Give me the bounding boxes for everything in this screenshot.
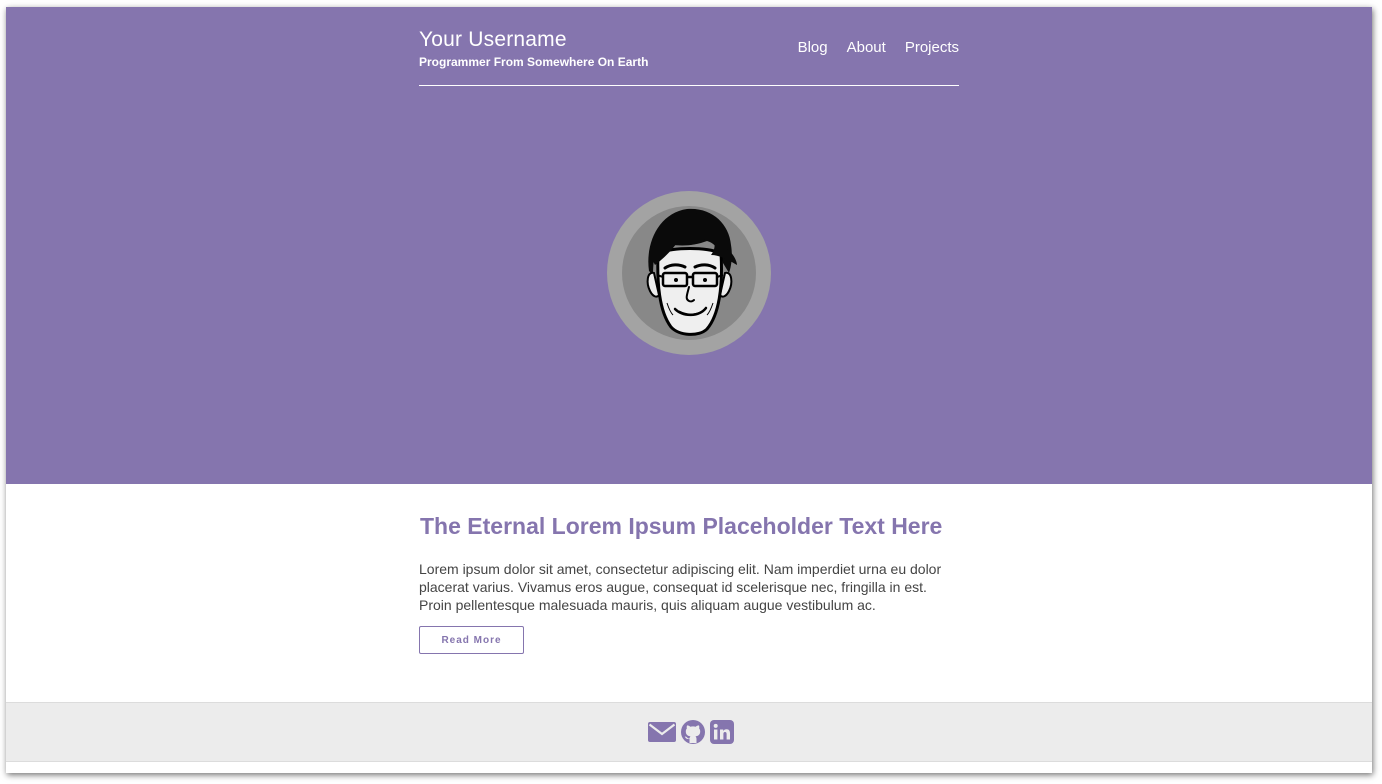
cartoon-face-avatar-icon (607, 191, 771, 355)
site-footer (6, 702, 1372, 762)
nav-link-about[interactable]: About (847, 39, 886, 57)
post-preview: The Eternal Lorem Ipsum Placeholder Text… (419, 484, 959, 654)
github-icon[interactable] (680, 719, 706, 750)
site-subtitle: Programmer From Somewhere On Earth (419, 55, 649, 69)
avatar (607, 191, 771, 355)
envelope-icon[interactable] (648, 720, 676, 749)
browser-viewport: Your Username Programmer From Somewhere … (6, 7, 1372, 773)
linkedin-icon[interactable] (710, 720, 734, 749)
main-nav: Blog About Projects (798, 39, 959, 57)
read-more-button[interactable]: Read More (419, 626, 524, 654)
post-title[interactable]: The Eternal Lorem Ipsum Placeholder Text… (420, 511, 959, 541)
site-title[interactable]: Your Username (419, 27, 567, 53)
post-excerpt: Lorem ipsum dolor sit amet, consectetur … (419, 561, 942, 613)
nav-link-projects[interactable]: Projects (905, 39, 959, 57)
nav-link-blog[interactable]: Blog (798, 39, 828, 57)
social-links (648, 719, 734, 750)
hero-banner: Your Username Programmer From Somewhere … (6, 7, 1372, 484)
site-header: Your Username Programmer From Somewhere … (419, 27, 959, 86)
